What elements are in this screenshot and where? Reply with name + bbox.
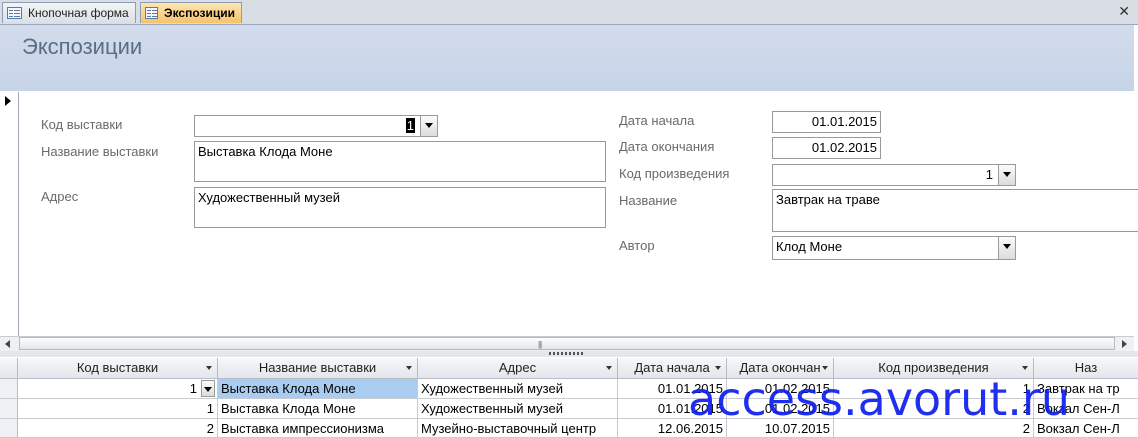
start-date-field[interactable]: 01.01.2015 — [772, 111, 881, 133]
table-cell[interactable]: Выставка Клода Моне — [218, 379, 418, 399]
table-cell[interactable]: Художественный музей — [418, 399, 618, 419]
artwork-name-field[interactable]: Завтрак на траве — [772, 189, 1138, 232]
row-selector[interactable] — [0, 399, 18, 419]
tab-label: Кнопочная форма — [28, 6, 129, 20]
column-header-label: Код выставки — [76, 360, 159, 375]
table-cell[interactable]: 1 — [18, 379, 218, 399]
exhibition-code-value: 1 — [405, 118, 415, 133]
scrollbar-grip: ||| — [538, 340, 542, 349]
form-header — [0, 25, 1134, 91]
table-cell[interactable]: Художественный музей — [418, 379, 618, 399]
select-all-corner[interactable] — [0, 358, 18, 379]
scroll-right-icon[interactable] — [1122, 340, 1127, 348]
end-date-label: Дата окончания — [619, 139, 715, 154]
exhibition-code-combobox[interactable]: 1 — [194, 115, 438, 137]
author-value: Клод Моне — [776, 239, 843, 254]
table-cell[interactable]: Выставка импрессионизма — [218, 419, 418, 438]
artwork-code-label: Код произведения — [619, 166, 730, 181]
current-record-arrow-icon — [5, 96, 11, 106]
column-header-label: Название выставки — [258, 360, 377, 375]
scrollbar-thumb[interactable] — [19, 337, 1115, 350]
column-header-address[interactable]: Адрес — [418, 358, 618, 379]
tab-expositions[interactable]: Экспозиции — [140, 2, 242, 23]
column-header-label: Наз — [1074, 360, 1098, 375]
address-label: Адрес — [41, 189, 79, 204]
chevron-down-icon[interactable] — [420, 116, 437, 136]
exhibition-name-field[interactable]: Выставка Клода Моне — [194, 141, 606, 182]
close-icon[interactable]: ✕ — [1118, 3, 1130, 20]
form-title: Экспозиции — [22, 34, 143, 59]
sort-arrow-icon[interactable] — [822, 366, 828, 370]
sort-arrow-icon[interactable] — [606, 366, 612, 370]
chevron-down-icon[interactable] — [998, 165, 1015, 185]
table-cell[interactable]: Выставка Клода Моне — [218, 399, 418, 419]
sort-arrow-icon[interactable] — [406, 366, 412, 370]
form-icon — [7, 7, 22, 19]
chevron-down-icon[interactable] — [201, 380, 215, 397]
artwork-name-label: Название — [619, 193, 678, 208]
column-header-exhibition-name[interactable]: Название выставки — [218, 358, 418, 379]
row-selector[interactable] — [0, 419, 18, 438]
form-icon — [145, 7, 159, 19]
record-selector[interactable] — [0, 92, 19, 336]
table-cell[interactable]: Музейно-выставочный центр — [418, 419, 618, 438]
splitter-grip-icon[interactable] — [549, 352, 585, 355]
author-combobox[interactable]: Клод Моне — [772, 236, 1016, 260]
exhibition-code-label: Код выставки — [41, 117, 123, 132]
sort-arrow-icon[interactable] — [206, 366, 212, 370]
author-label: Автор — [619, 238, 655, 253]
sort-arrow-icon[interactable] — [715, 366, 721, 370]
table-cell[interactable]: 2 — [18, 419, 218, 438]
watermark-text: access.avorut.ru — [688, 372, 1070, 426]
artwork-code-value: 1 — [985, 167, 993, 182]
sort-arrow-icon[interactable] — [1022, 366, 1028, 370]
table-cell[interactable]: 1 — [18, 399, 218, 419]
artwork-code-combobox[interactable]: 1 — [772, 164, 1016, 186]
start-date-label: Дата начала — [619, 113, 695, 128]
exhibition-name-label: Название выставки — [41, 144, 159, 159]
end-date-field[interactable]: 01.02.2015 — [772, 137, 881, 159]
row-selector[interactable] — [0, 379, 18, 399]
scroll-left-icon[interactable] — [5, 340, 10, 348]
address-field[interactable]: Художественный музей — [194, 187, 606, 228]
column-header-label: Адрес — [498, 360, 537, 375]
tab-switchboard[interactable]: Кнопочная форма — [2, 2, 136, 23]
tab-label: Экспозиции — [164, 6, 235, 20]
column-header-exhibition-code[interactable]: Код выставки — [18, 358, 218, 379]
chevron-down-icon[interactable] — [998, 237, 1015, 259]
